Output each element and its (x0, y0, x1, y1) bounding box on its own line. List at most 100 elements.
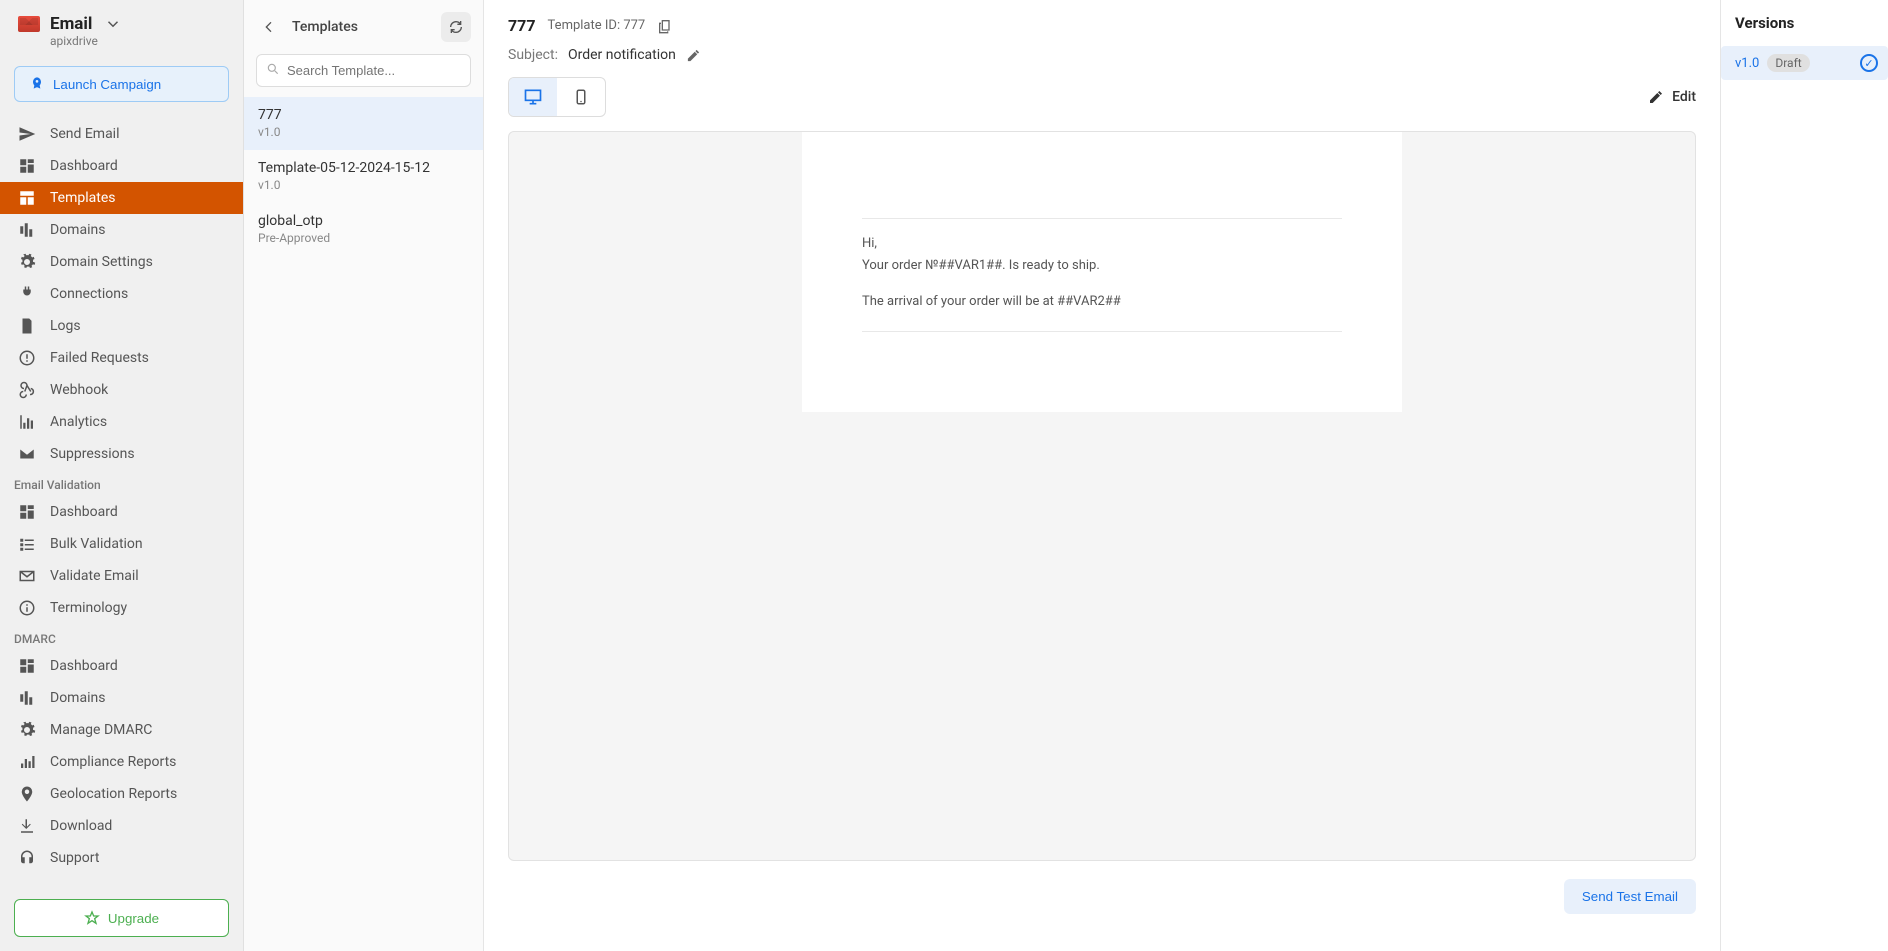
template-item-sub: Pre-Approved (258, 231, 469, 245)
search-icon (266, 62, 280, 76)
dashboard-icon (18, 157, 36, 175)
sidebar-item-send-email[interactable]: Send Email (0, 118, 243, 150)
templates-column: Templates 777 v1.0 Template-05-12-2024-1… (244, 0, 484, 951)
bar-chart-icon (18, 753, 36, 771)
sidebar-item-label: Download (50, 818, 112, 834)
sidebar-item-label: Support (50, 850, 99, 866)
version-badge: Draft (1767, 54, 1809, 72)
sidebar: Email apixdrive Launch Campaign Send Ema… (0, 0, 244, 951)
sidebar-item-label: Terminology (50, 600, 127, 616)
sidebar-item-download[interactable]: Download (0, 810, 243, 842)
edit-button[interactable]: Edit (1648, 89, 1696, 105)
sidebar-item-analytics[interactable]: Analytics (0, 406, 243, 438)
template-item-3[interactable]: global_otp Pre-Approved (244, 203, 483, 256)
sidebar-item-label: Templates (50, 190, 116, 206)
plug-icon (18, 285, 36, 303)
sidebar-item-logs[interactable]: Logs (0, 310, 243, 342)
document-icon (18, 317, 36, 335)
sidebar-item-templates[interactable]: Templates (0, 182, 243, 214)
sidebar-item-label: Domains (50, 690, 105, 706)
preview-pane: Hi, Your order №##VAR1##. Is ready to sh… (508, 131, 1696, 861)
copy-icon[interactable] (657, 18, 673, 34)
send-icon (18, 125, 36, 143)
brand[interactable]: Email (0, 10, 243, 36)
suppressions-icon (18, 445, 36, 463)
email-line: The arrival of your order will be at ##V… (862, 291, 1342, 313)
gear-icon (18, 253, 36, 271)
brand-subtitle: apixdrive (0, 34, 243, 48)
sidebar-item-ev-dashboard[interactable]: Dashboard (0, 496, 243, 528)
desktop-view-button[interactable] (509, 78, 557, 116)
back-button[interactable] (256, 14, 282, 40)
sidebar-item-label: Domains (50, 222, 105, 238)
sidebar-item-dashboard[interactable]: Dashboard (0, 150, 243, 182)
section-dmarc: DMARC (0, 624, 243, 650)
search-input[interactable] (256, 54, 471, 87)
subject-label: Subject: (508, 47, 558, 63)
sidebar-item-label: Connections (50, 286, 128, 302)
check-icon: ✓ (1860, 54, 1878, 72)
sidebar-item-suppressions[interactable]: Suppressions (0, 438, 243, 470)
template-item-2[interactable]: Template-05-12-2024-15-12 v1.0 (244, 150, 483, 203)
chevron-down-icon[interactable] (104, 15, 122, 33)
alert-icon (18, 349, 36, 367)
version-row[interactable]: v1.0 Draft ✓ (1721, 46, 1888, 80)
refresh-button[interactable] (441, 12, 471, 42)
template-item-title: Template-05-12-2024-15-12 (258, 160, 469, 176)
subject-value: Order notification (568, 47, 676, 63)
sidebar-item-webhook[interactable]: Webhook (0, 374, 243, 406)
templates-title: Templates (292, 19, 431, 35)
templates-icon (18, 189, 36, 207)
template-item-sub: v1.0 (258, 125, 469, 139)
sidebar-item-label: Domain Settings (50, 254, 153, 270)
send-test-email-button[interactable]: Send Test Email (1564, 879, 1696, 914)
version-number: v1.0 (1735, 56, 1759, 71)
sidebar-item-label: Dashboard (50, 658, 118, 674)
sidebar-item-label: Failed Requests (50, 350, 149, 366)
device-toggle (508, 77, 606, 117)
sidebar-item-domain-settings[interactable]: Domain Settings (0, 246, 243, 278)
sidebar-item-label: Dashboard (50, 158, 118, 174)
versions-panel: Versions v1.0 Draft ✓ (1720, 0, 1888, 951)
headset-icon (18, 849, 36, 867)
sidebar-item-domains[interactable]: Domains (0, 214, 243, 246)
star-icon (84, 910, 100, 926)
mobile-view-button[interactable] (557, 78, 605, 116)
sidebar-item-label: Geolocation Reports (50, 786, 177, 802)
sidebar-item-label: Compliance Reports (50, 754, 176, 770)
template-item-sub: v1.0 (258, 178, 469, 192)
sidebar-item-label: Dashboard (50, 504, 118, 520)
template-name: 777 (508, 16, 536, 35)
brand-title: Email (50, 14, 92, 34)
sidebar-item-terminology[interactable]: Terminology (0, 592, 243, 624)
sidebar-item-compliance-reports[interactable]: Compliance Reports (0, 746, 243, 778)
dashboard-icon (18, 503, 36, 521)
sidebar-item-label: Suppressions (50, 446, 135, 462)
sidebar-item-label: Analytics (50, 414, 107, 430)
email-line: Hi, (862, 233, 1342, 255)
sidebar-item-validate-email[interactable]: Validate Email (0, 560, 243, 592)
info-icon (18, 599, 36, 617)
sidebar-item-support[interactable]: Support (0, 842, 243, 874)
chart-icon (18, 413, 36, 431)
edit-subject-icon[interactable] (686, 48, 701, 63)
sidebar-item-connections[interactable]: Connections (0, 278, 243, 310)
email-line: Your order №##VAR1##. Is ready to ship. (862, 255, 1342, 277)
sidebar-item-label: Webhook (50, 382, 108, 398)
template-item-777[interactable]: 777 v1.0 (244, 97, 483, 150)
mail-icon (18, 16, 40, 32)
launch-campaign-button[interactable]: Launch Campaign (14, 66, 229, 102)
domains-icon (18, 221, 36, 239)
section-email-validation: Email Validation (0, 470, 243, 496)
template-id: Template ID: 777 (548, 18, 646, 33)
domains-icon (18, 689, 36, 707)
sidebar-item-geolocation-reports[interactable]: Geolocation Reports (0, 778, 243, 810)
sidebar-item-label: Send Email (50, 126, 120, 142)
main: 777 Template ID: 777 Subject: Order noti… (484, 0, 1720, 951)
sidebar-item-manage-dmarc[interactable]: Manage DMARC (0, 714, 243, 746)
sidebar-item-bulk-validation[interactable]: Bulk Validation (0, 528, 243, 560)
sidebar-item-dmarc-domains[interactable]: Domains (0, 682, 243, 714)
sidebar-item-dmarc-dashboard[interactable]: Dashboard (0, 650, 243, 682)
sidebar-item-failed-requests[interactable]: Failed Requests (0, 342, 243, 374)
upgrade-button[interactable]: Upgrade (14, 899, 229, 937)
